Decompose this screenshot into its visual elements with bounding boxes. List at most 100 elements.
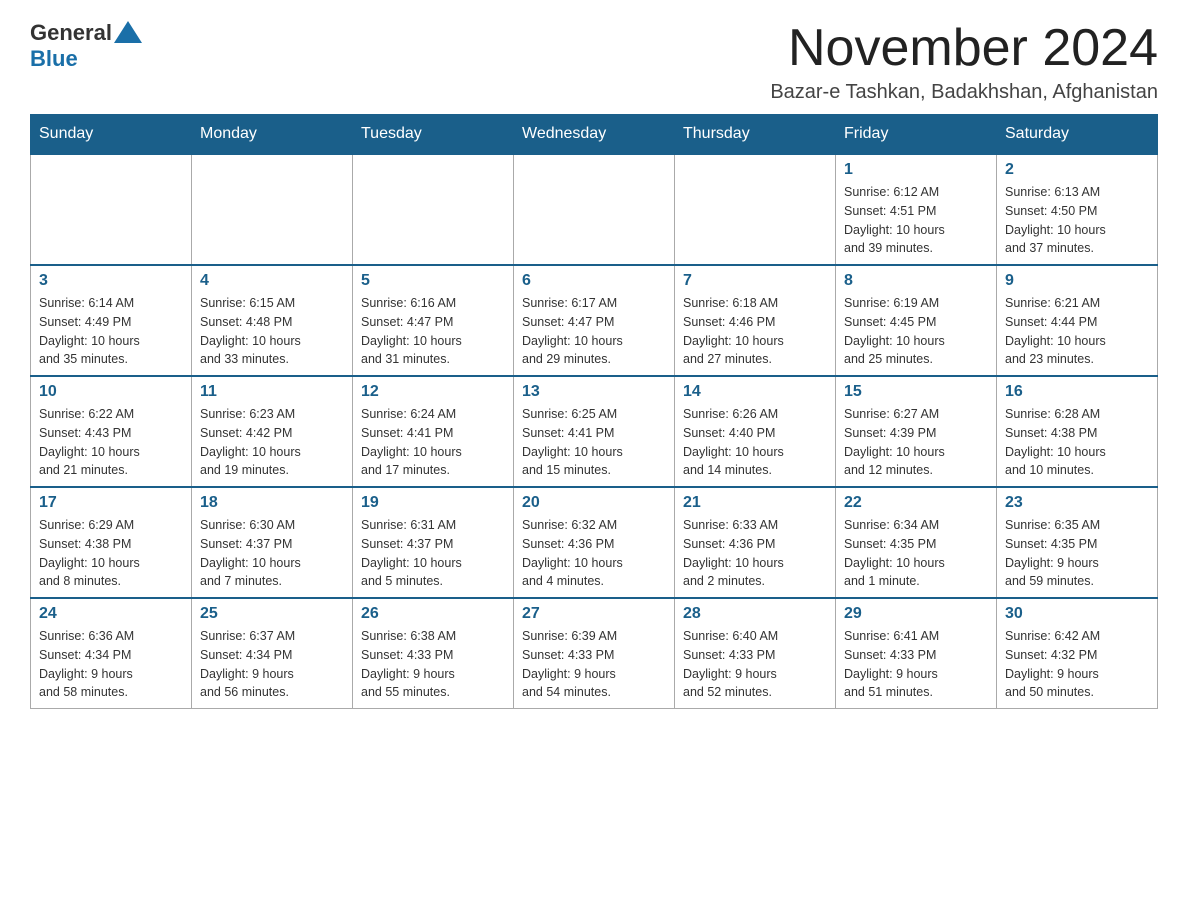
calendar-cell: 4 Sunrise: 6:15 AMSunset: 4:48 PMDaylight… — [192, 265, 353, 376]
day-info: Sunrise: 6:31 AMSunset: 4:37 PMDaylight:… — [361, 516, 505, 591]
day-info: Sunrise: 6:22 AMSunset: 4:43 PMDaylight:… — [39, 405, 183, 480]
day-number: 20 — [522, 494, 666, 512]
day-info: Sunrise: 6:24 AMSunset: 4:41 PMDaylight:… — [361, 405, 505, 480]
location-subtitle: Bazar-e Tashkan, Badakhshan, Afghanistan — [770, 81, 1158, 104]
day-info: Sunrise: 6:32 AMSunset: 4:36 PMDaylight:… — [522, 516, 666, 591]
day-number: 15 — [844, 383, 988, 401]
day-info: Sunrise: 6:39 AMSunset: 4:33 PMDaylight:… — [522, 627, 666, 702]
day-info: Sunrise: 6:41 AMSunset: 4:33 PMDaylight:… — [844, 627, 988, 702]
calendar-cell: 9 Sunrise: 6:21 AMSunset: 4:44 PMDaylight… — [997, 265, 1158, 376]
day-info: Sunrise: 6:37 AMSunset: 4:34 PMDaylight:… — [200, 627, 344, 702]
logo: General Blue — [30, 20, 142, 72]
day-info: Sunrise: 6:38 AMSunset: 4:33 PMDaylight:… — [361, 627, 505, 702]
day-info: Sunrise: 6:35 AMSunset: 4:35 PMDaylight:… — [1005, 516, 1149, 591]
weekday-header-row: SundayMondayTuesdayWednesdayThursdayFrid… — [31, 115, 1158, 155]
day-number: 6 — [522, 272, 666, 290]
calendar-cell — [675, 154, 836, 265]
day-number: 23 — [1005, 494, 1149, 512]
calendar-cell: 3Sunrise: 6:14 AMSunset: 4:49 PMDaylight… — [31, 265, 192, 376]
day-number: 30 — [1005, 605, 1149, 623]
weekday-header-thursday: Thursday — [675, 115, 836, 155]
calendar-cell: 12 Sunrise: 6:24 AMSunset: 4:41 PMDayligh… — [353, 376, 514, 487]
calendar-cell: 7 Sunrise: 6:18 AMSunset: 4:46 PMDaylight… — [675, 265, 836, 376]
day-number: 14 — [683, 383, 827, 401]
calendar-cell: 26 Sunrise: 6:38 AMSunset: 4:33 PMDayligh… — [353, 598, 514, 709]
day-number: 8 — [844, 272, 988, 290]
calendar-cell: 24 Sunrise: 6:36 AMSunset: 4:34 PMDayligh… — [31, 598, 192, 709]
day-info: Sunrise: 6:13 AMSunset: 4:50 PMDaylight:… — [1005, 183, 1149, 258]
calendar-cell: 1 Sunrise: 6:12 AMSunset: 4:51 PMDaylight… — [836, 154, 997, 265]
day-info: Sunrise: 6:33 AMSunset: 4:36 PMDaylight:… — [683, 516, 827, 591]
weekday-header-wednesday: Wednesday — [514, 115, 675, 155]
week-row-1: 1 Sunrise: 6:12 AMSunset: 4:51 PMDaylight… — [31, 154, 1158, 265]
day-number: 10 — [39, 383, 183, 401]
week-row-4: 17 Sunrise: 6:29 AMSunset: 4:38 PMDayligh… — [31, 487, 1158, 598]
day-info: Sunrise: 6:28 AMSunset: 4:38 PMDaylight:… — [1005, 405, 1149, 480]
calendar-cell: 2 Sunrise: 6:13 AMSunset: 4:50 PMDaylight… — [997, 154, 1158, 265]
day-number: 2 — [1005, 161, 1149, 179]
day-number: 9 — [1005, 272, 1149, 290]
day-number: 19 — [361, 494, 505, 512]
day-number: 22 — [844, 494, 988, 512]
week-row-3: 10 Sunrise: 6:22 AMSunset: 4:43 PMDayligh… — [31, 376, 1158, 487]
day-number: 12 — [361, 383, 505, 401]
day-number: 5 — [361, 272, 505, 290]
day-number: 11 — [200, 383, 344, 401]
day-info: Sunrise: 6:42 AMSunset: 4:32 PMDaylight:… — [1005, 627, 1149, 702]
day-info: Sunrise: 6:27 AMSunset: 4:39 PMDaylight:… — [844, 405, 988, 480]
calendar-cell: 20 Sunrise: 6:32 AMSunset: 4:36 PMDayligh… — [514, 487, 675, 598]
day-number: 29 — [844, 605, 988, 623]
day-number: 21 — [683, 494, 827, 512]
day-info: Sunrise: 6:25 AMSunset: 4:41 PMDaylight:… — [522, 405, 666, 480]
calendar-cell: 22 Sunrise: 6:34 AMSunset: 4:35 PMDayligh… — [836, 487, 997, 598]
weekday-header-friday: Friday — [836, 115, 997, 155]
day-number: 1 — [844, 161, 988, 179]
page-header: General Blue November 2024 Bazar-e Tashk… — [30, 20, 1158, 104]
day-info: Sunrise: 6:36 AMSunset: 4:34 PMDaylight:… — [39, 627, 183, 702]
day-number: 24 — [39, 605, 183, 623]
day-info: Sunrise: 6:26 AMSunset: 4:40 PMDaylight:… — [683, 405, 827, 480]
calendar-cell — [353, 154, 514, 265]
calendar-cell: 14 Sunrise: 6:26 AMSunset: 4:40 PMDayligh… — [675, 376, 836, 487]
day-number: 18 — [200, 494, 344, 512]
day-number: 17 — [39, 494, 183, 512]
weekday-header-monday: Monday — [192, 115, 353, 155]
calendar-cell: 10 Sunrise: 6:22 AMSunset: 4:43 PMDayligh… — [31, 376, 192, 487]
day-number: 26 — [361, 605, 505, 623]
day-info: Sunrise: 6:34 AMSunset: 4:35 PMDaylight:… — [844, 516, 988, 591]
calendar-cell: 13Sunrise: 6:25 AMSunset: 4:41 PMDayligh… — [514, 376, 675, 487]
calendar-table: SundayMondayTuesdayWednesdayThursdayFrid… — [30, 114, 1158, 709]
day-info: Sunrise: 6:17 AMSunset: 4:47 PMDaylight:… — [522, 294, 666, 369]
week-row-2: 3Sunrise: 6:14 AMSunset: 4:49 PMDaylight… — [31, 265, 1158, 376]
calendar-cell — [31, 154, 192, 265]
calendar-cell: 25Sunrise: 6:37 AMSunset: 4:34 PMDayligh… — [192, 598, 353, 709]
logo-general-text: General — [30, 20, 112, 46]
day-number: 7 — [683, 272, 827, 290]
day-info: Sunrise: 6:12 AMSunset: 4:51 PMDaylight:… — [844, 183, 988, 258]
calendar-cell: 18Sunrise: 6:30 AMSunset: 4:37 PMDayligh… — [192, 487, 353, 598]
day-info: Sunrise: 6:14 AMSunset: 4:49 PMDaylight:… — [39, 294, 183, 369]
calendar-cell: 8 Sunrise: 6:19 AMSunset: 4:45 PMDaylight… — [836, 265, 997, 376]
calendar-cell — [192, 154, 353, 265]
day-info: Sunrise: 6:18 AMSunset: 4:46 PMDaylight:… — [683, 294, 827, 369]
day-info: Sunrise: 6:15 AMSunset: 4:48 PMDaylight:… — [200, 294, 344, 369]
calendar-cell: 6 Sunrise: 6:17 AMSunset: 4:47 PMDaylight… — [514, 265, 675, 376]
calendar-cell: 21 Sunrise: 6:33 AMSunset: 4:36 PMDayligh… — [675, 487, 836, 598]
logo-triangle-icon — [114, 21, 142, 43]
calendar-cell: 11Sunrise: 6:23 AMSunset: 4:42 PMDayligh… — [192, 376, 353, 487]
weekday-header-sunday: Sunday — [31, 115, 192, 155]
calendar-cell: 28Sunrise: 6:40 AMSunset: 4:33 PMDayligh… — [675, 598, 836, 709]
day-number: 4 — [200, 272, 344, 290]
weekday-header-saturday: Saturday — [997, 115, 1158, 155]
day-info: Sunrise: 6:21 AMSunset: 4:44 PMDaylight:… — [1005, 294, 1149, 369]
month-title: November 2024 — [770, 20, 1158, 77]
calendar-cell: 16Sunrise: 6:28 AMSunset: 4:38 PMDayligh… — [997, 376, 1158, 487]
weekday-header-tuesday: Tuesday — [353, 115, 514, 155]
calendar-cell: 17 Sunrise: 6:29 AMSunset: 4:38 PMDayligh… — [31, 487, 192, 598]
title-block: November 2024 Bazar-e Tashkan, Badakhsha… — [770, 20, 1158, 104]
week-row-5: 24 Sunrise: 6:36 AMSunset: 4:34 PMDayligh… — [31, 598, 1158, 709]
day-info: Sunrise: 6:29 AMSunset: 4:38 PMDaylight:… — [39, 516, 183, 591]
calendar-cell — [514, 154, 675, 265]
day-info: Sunrise: 6:19 AMSunset: 4:45 PMDaylight:… — [844, 294, 988, 369]
calendar-cell: 29 Sunrise: 6:41 AMSunset: 4:33 PMDayligh… — [836, 598, 997, 709]
